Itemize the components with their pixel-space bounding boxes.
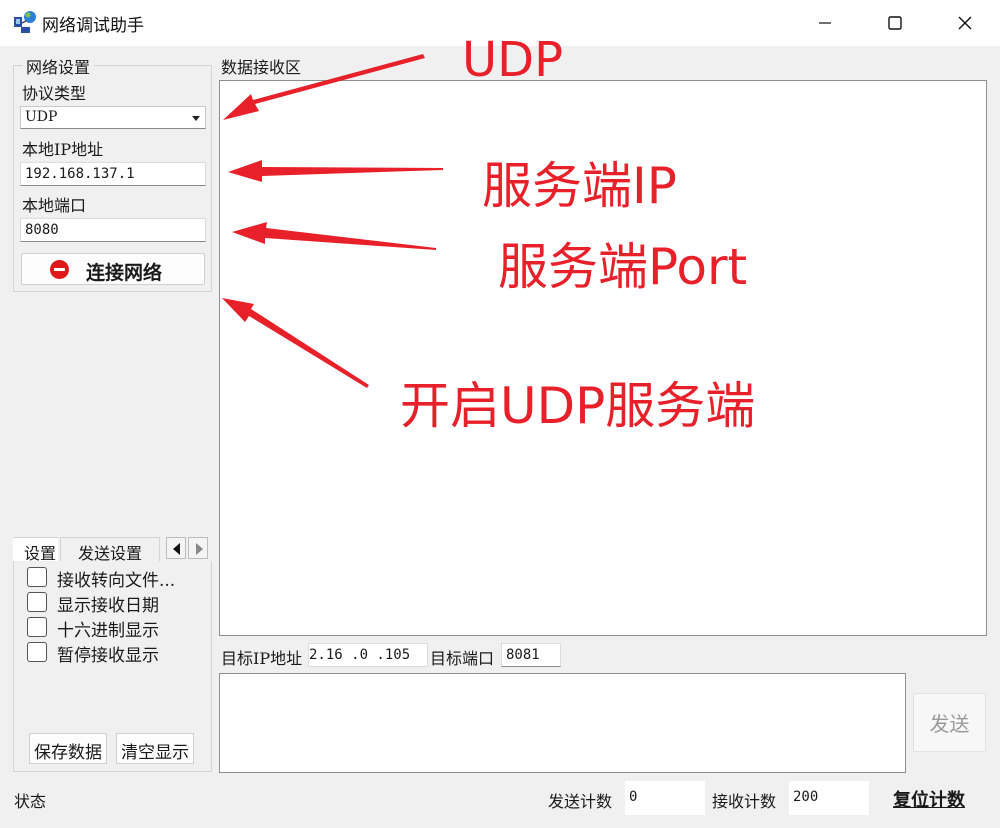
local-port-input[interactable]: 8080 xyxy=(20,218,206,242)
option-label: 暂停接收显示 xyxy=(57,646,159,666)
close-button[interactable] xyxy=(930,0,1000,46)
save-data-button[interactable]: 保存数据 xyxy=(29,733,107,764)
protocol-label: 协议类型 xyxy=(22,84,87,103)
protocol-value: UDP xyxy=(25,109,58,125)
settings-tab-strip: 设置 发送设置 xyxy=(13,537,212,563)
tab-receive-settings[interactable]: 设置 xyxy=(13,537,58,563)
option-label: 十六进制显示 xyxy=(57,621,159,641)
sent-count-label: 发送计数 xyxy=(548,792,613,811)
recv-count-value: 200 xyxy=(789,781,869,815)
local-ip-label: 本地IP地址 xyxy=(22,140,104,159)
receive-area-title: 数据接收区 xyxy=(221,58,302,77)
send-button[interactable]: 发送 xyxy=(913,693,986,752)
connect-network-button[interactable]: 连接网络 xyxy=(21,253,205,285)
app-icon xyxy=(14,11,36,33)
annotation-server-port: 服务端Port xyxy=(498,238,748,296)
reset-count-button[interactable]: 复位计数 xyxy=(893,786,965,812)
tab-scroll-left-button[interactable] xyxy=(166,537,186,559)
stop-icon xyxy=(50,260,69,279)
tab-scroll-right-button[interactable] xyxy=(188,537,208,559)
target-port-label: 目标端口 xyxy=(430,649,495,668)
local-port-label: 本地端口 xyxy=(22,196,87,215)
dropdown-arrow-icon xyxy=(192,116,200,121)
local-ip-input[interactable]: 192.168.137.1 xyxy=(20,162,206,186)
checkbox[interactable] xyxy=(27,567,47,587)
arrow-right-icon xyxy=(196,543,203,555)
annotation-server-ip: 服务端IP xyxy=(482,157,677,215)
clear-display-button[interactable]: 清空显示 xyxy=(116,733,194,764)
checkbox[interactable] xyxy=(27,642,47,662)
maximize-button[interactable] xyxy=(860,0,930,46)
protocol-select[interactable]: UDP xyxy=(20,106,206,129)
option-label: 接收转向文件... xyxy=(57,571,176,591)
annotation-udp: UDP xyxy=(462,32,564,88)
target-ip-label: 目标IP地址 xyxy=(221,649,303,668)
target-port-input[interactable]: 8081 xyxy=(501,643,561,667)
tab-send-settings[interactable]: 发送设置 xyxy=(60,537,160,563)
connect-network-label: 连接网络 xyxy=(86,262,163,284)
target-ip-input[interactable]: 2.16 .0 .105 xyxy=(308,643,428,667)
send-textarea[interactable] xyxy=(219,673,906,773)
option-label: 显示接收日期 xyxy=(57,596,159,616)
recv-count-label: 接收计数 xyxy=(712,792,777,811)
close-icon xyxy=(958,16,972,30)
checkbox[interactable] xyxy=(27,592,47,612)
window-title: 网络调试助手 xyxy=(42,16,144,36)
arrow-left-icon xyxy=(173,543,180,555)
sent-count-value: 0 xyxy=(625,781,705,815)
checkbox[interactable] xyxy=(27,617,47,637)
minimize-icon xyxy=(819,22,831,24)
minimize-button[interactable] xyxy=(790,0,860,46)
maximize-icon xyxy=(888,16,902,30)
annotation-start-server: 开启UDP服务端 xyxy=(400,377,756,435)
network-settings-title: 网络设置 xyxy=(22,54,95,78)
status-label: 状态 xyxy=(14,792,47,811)
